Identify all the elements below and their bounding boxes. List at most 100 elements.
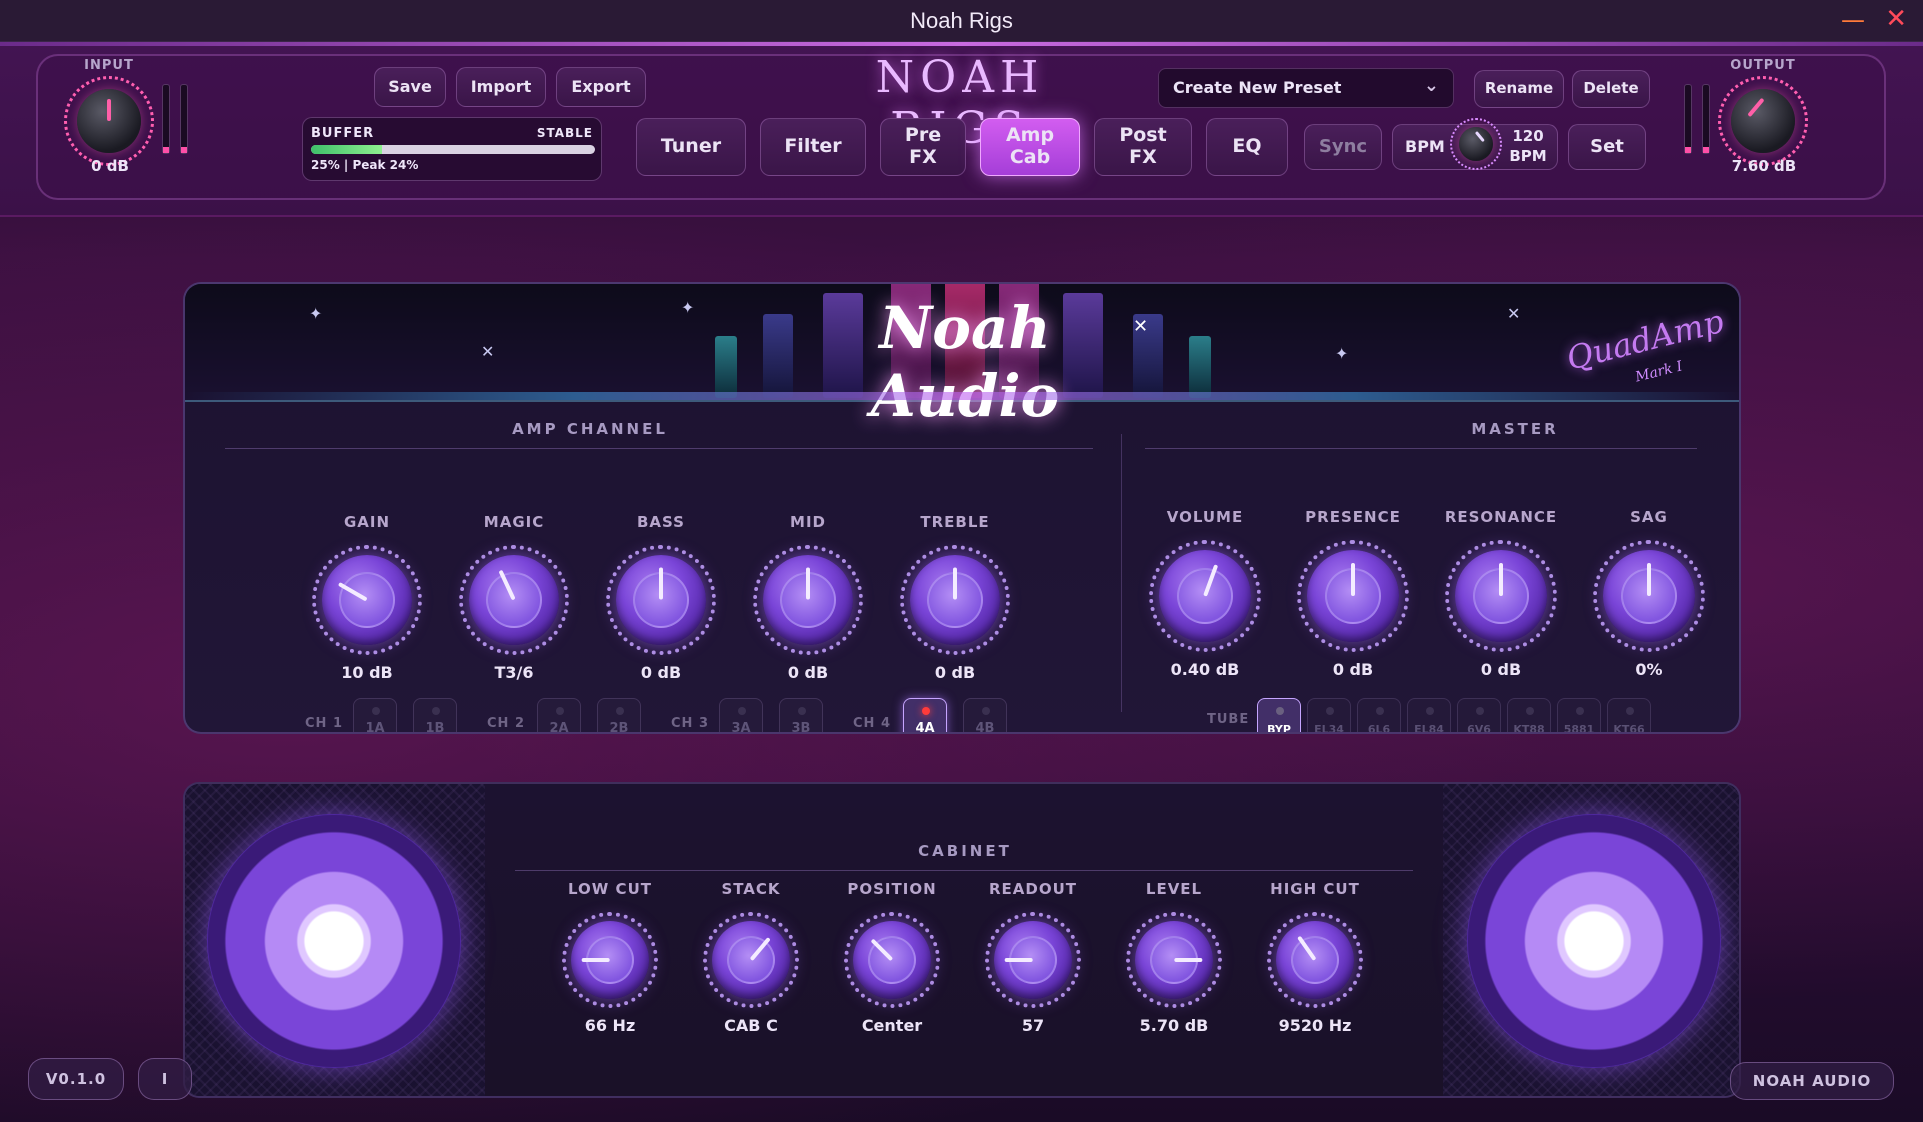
buffer-status: STABLE (536, 126, 593, 140)
presence-label: PRESENCE (1305, 508, 1401, 526)
level-knob[interactable] (1126, 912, 1222, 1008)
readout-knob[interactable] (985, 912, 1081, 1008)
version-badge[interactable]: V0.1.0 (28, 1058, 124, 1100)
close-icon[interactable]: ✕ (1885, 4, 1907, 34)
minimize-icon[interactable]: — (1841, 6, 1865, 34)
tube-button-6v6[interactable]: 6V6 (1457, 698, 1501, 734)
delete-button[interactable]: Delete (1572, 70, 1650, 108)
bass-knob[interactable] (606, 545, 716, 655)
mid-knob[interactable] (753, 545, 863, 655)
channel-button-1a[interactable]: 1A (353, 698, 397, 732)
tube-button-byp[interactable]: BYP (1257, 698, 1301, 732)
knob-pointer (1004, 957, 1033, 962)
tube-button-kt88[interactable]: KT88 (1507, 698, 1551, 732)
magic-knob[interactable] (459, 545, 569, 655)
knob-body (993, 920, 1073, 1000)
tube-button-el84[interactable]: EL84 (1407, 698, 1451, 732)
gain-knob[interactable] (312, 545, 422, 655)
input-knob[interactable] (64, 76, 154, 166)
knob-body (909, 554, 1001, 646)
readout-label: READOUT (988, 880, 1078, 898)
low-cut-knob[interactable] (562, 912, 658, 1008)
high-cut-knob[interactable] (1267, 912, 1363, 1008)
position-knob[interactable] (844, 912, 940, 1008)
sag-label: SAG (1630, 508, 1668, 526)
output-label: OUTPUT (1730, 58, 1796, 73)
import-button[interactable]: Import (456, 67, 546, 107)
tube-label: TUBE (1207, 712, 1250, 727)
tube-button-5881[interactable]: 5881 (1557, 698, 1601, 734)
tube-button-label: 5881 (1563, 723, 1595, 734)
resonance-knob[interactable] (1445, 540, 1557, 652)
tube-button-el34[interactable]: EL34 (1307, 698, 1351, 732)
channel-button-3a[interactable]: 3A (719, 698, 763, 732)
channel-label: CH 2 (487, 716, 525, 731)
section-vertical-divider (1121, 434, 1122, 712)
buffer-bar-fill (311, 145, 382, 154)
input-value: 0 dB (91, 157, 129, 175)
amp-model-logo: QuadAmp (1562, 301, 1728, 378)
readout-value: 57 (1021, 1016, 1045, 1035)
sparkle-icon: ✦ (1335, 344, 1349, 363)
channel-button-label: 4A (915, 721, 935, 734)
save-button[interactable]: Save (374, 67, 446, 107)
channel-button-label: 2A (549, 721, 569, 734)
tube-led (1476, 707, 1484, 715)
bpm-set-button[interactable]: Set (1568, 124, 1646, 170)
tab-eq[interactable]: EQ (1206, 118, 1288, 176)
channel-button-4a[interactable]: 4A (903, 698, 947, 734)
tube-led (1526, 707, 1534, 715)
output-knob[interactable] (1718, 76, 1808, 166)
sag-knob[interactable] (1593, 540, 1705, 652)
tab-post-fx[interactable]: Post FX (1094, 118, 1192, 176)
channel-button-3b[interactable]: 3B (779, 698, 823, 732)
tube-button-label: 6V6 (1467, 723, 1491, 734)
tube-led (1426, 707, 1434, 715)
knob-pointer (1498, 562, 1503, 596)
stack-knob[interactable] (703, 912, 799, 1008)
volume-knob[interactable] (1149, 540, 1261, 652)
tab-filter[interactable]: Filter (760, 118, 866, 176)
header-accent-line (0, 42, 1923, 46)
tube-button-label: KT66 (1613, 723, 1645, 734)
tube-button-kt66[interactable]: KT66 (1607, 698, 1651, 734)
info-button[interactable]: I (138, 1058, 192, 1100)
knob-body (321, 554, 413, 646)
knob-pointer (1350, 562, 1355, 596)
sparkle-icon: ✕ (481, 342, 495, 361)
input-label: INPUT (84, 58, 134, 73)
rename-button[interactable]: Rename (1474, 70, 1564, 108)
channel-button-label: 4B (975, 721, 995, 734)
tab-pre-fx[interactable]: Pre FX (880, 118, 966, 176)
gain-label: GAIN (343, 513, 391, 531)
knob-cap (486, 572, 542, 628)
presence-knob[interactable] (1297, 540, 1409, 652)
knob-cap (1290, 935, 1340, 985)
sync-button[interactable]: Sync (1304, 124, 1382, 170)
knob-body (1307, 550, 1399, 642)
master-title: MASTER (1471, 420, 1559, 438)
knob-body (468, 554, 560, 646)
tube-button-label: 6L6 (1367, 723, 1391, 734)
output-value: 7.60 dB (1731, 157, 1797, 175)
export-button[interactable]: Export (556, 67, 646, 107)
channel-button-2a[interactable]: 2A (537, 698, 581, 734)
channel-button-4b[interactable]: 4B (963, 698, 1007, 734)
output-meter-left (1684, 84, 1692, 154)
volume-label: VOLUME (1166, 508, 1244, 526)
tab-amp-cab[interactable]: Amp Cab (980, 118, 1080, 176)
treble-knob[interactable] (900, 545, 1010, 655)
stack-label: STACK (721, 880, 781, 898)
presence-value: 0 dB (1332, 660, 1374, 679)
amp-model-mark: Mark I (1633, 358, 1685, 386)
channel-button-2b[interactable]: 2B (597, 698, 641, 732)
tab-tuner[interactable]: Tuner (636, 118, 746, 176)
knob-pointer (1173, 957, 1203, 962)
brand-badge[interactable]: NOAH AUDIO (1730, 1062, 1894, 1100)
channel-button-1b[interactable]: 1B (413, 698, 457, 732)
knob-body (1603, 550, 1695, 642)
preset-select[interactable]: Create New Preset ⌄ (1158, 68, 1454, 108)
input-knob-pointer (107, 99, 111, 121)
tube-button-6l6[interactable]: 6L6 (1357, 698, 1401, 734)
bpm-knob[interactable] (1450, 118, 1502, 170)
